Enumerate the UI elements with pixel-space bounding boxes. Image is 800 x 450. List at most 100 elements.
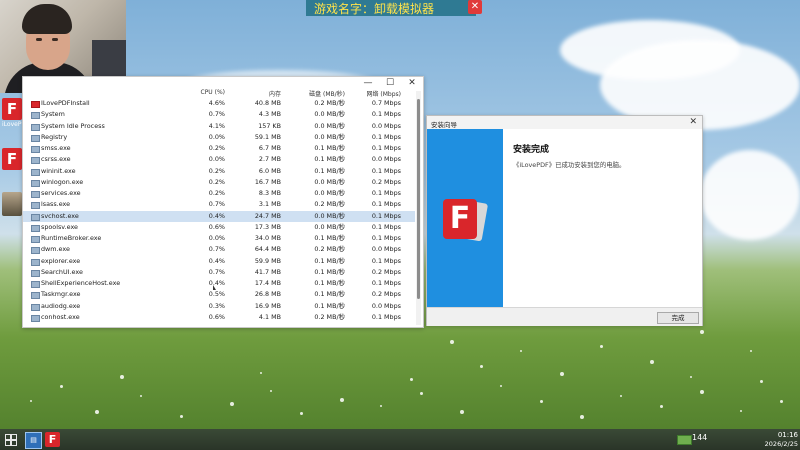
process-memory: 41.7 MB — [254, 267, 281, 276]
process-name: Registry — [41, 132, 68, 141]
flower — [230, 402, 234, 406]
desktop-icon-label: iLoveP — [2, 121, 22, 128]
process-name: lsass.exe — [41, 200, 71, 209]
task-manager-window: — ☐ ✕ CPU (%) 内存 磁盘 (MB/秒) 网络 (Mbps) ILo… — [22, 76, 424, 328]
clock-date[interactable]: 2026/2/25 — [754, 440, 798, 448]
task-manager-icon[interactable]: ▤ — [25, 432, 42, 449]
process-icon — [31, 146, 40, 153]
ilovepdf-icon: F — [2, 148, 22, 170]
process-row[interactable]: explorer.exe 0.4% 59.9 MB 0.1 MB/秒 0.1 Mbps — [23, 256, 415, 267]
process-memory: 157 KB — [258, 121, 281, 130]
desktop-icon-ilovepdf[interactable]: F iLoveP — [2, 98, 22, 128]
process-network: 0.1 Mbps — [371, 211, 401, 220]
flower — [780, 400, 783, 403]
process-row[interactable]: svchost.exe 0.4% 24.7 MB 0.0 MB/秒 0.1 Mbps — [23, 210, 415, 222]
process-cpu: 4.1% — [208, 121, 225, 130]
process-row[interactable]: Taskmgr.exe 0.5% 26.8 MB 0.1 MB/秒 0.2 Mbps — [23, 289, 415, 300]
process-disk: 0.1 MB/秒 — [314, 166, 345, 175]
process-name: ILovePDFInstall — [41, 99, 90, 107]
process-memory: 6.7 MB — [258, 144, 281, 152]
ilovepdf-icon — [31, 101, 40, 108]
process-icon — [31, 157, 40, 165]
process-row[interactable]: csrss.exe 0.0% 2.7 MB 0.1 MB/秒 0.0 Mbps — [23, 154, 415, 165]
process-row[interactable]: lsass.exe 0.7% 3.1 MB 0.2 MB/秒 0.1 Mbps — [23, 199, 415, 210]
close-button[interactable]: ✕ — [689, 117, 697, 127]
wizard-message: 《iLovePDF》已成功安装到您的电脑。 — [513, 161, 626, 169]
desktop-icon-ilovepdf-2[interactable]: F — [2, 148, 22, 170]
flower — [480, 365, 483, 368]
process-cpu: 0.7% — [208, 245, 225, 254]
process-name: services.exe — [41, 189, 81, 197]
process-network: 0.1 Mbps — [371, 256, 401, 265]
flower — [620, 395, 622, 397]
process-disk: 0.0 MB/秒 — [314, 110, 345, 119]
flower — [450, 340, 454, 344]
process-cpu: 0.0% — [208, 234, 225, 242]
process-row[interactable]: audiodg.exe 0.3% 16.9 MB 0.1 MB/秒 0.0 Mbps — [23, 301, 415, 312]
process-name: System — [41, 110, 65, 119]
process-cpu: 0.6% — [208, 222, 225, 231]
process-memory: 24.7 MB — [254, 211, 281, 220]
column-memory[interactable]: 内存 — [243, 89, 281, 98]
process-icon — [31, 303, 40, 311]
process-memory: 6.0 MB — [258, 166, 281, 175]
process-disk: 0.1 MB/秒 — [314, 279, 345, 287]
process-icon — [31, 281, 40, 288]
grid-icon[interactable] — [5, 434, 17, 446]
process-memory: 59.1 MB — [254, 132, 281, 141]
process-cpu: 0.7% — [208, 110, 225, 119]
process-row[interactable]: SearchUI.exe 0.7% 41.7 MB 0.1 MB/秒 0.2 Mbps — [23, 267, 415, 278]
process-cpu: 0.7% — [208, 200, 225, 209]
process-row[interactable]: smss.exe 0.2% 6.7 MB 0.1 MB/秒 0.1 Mbps — [23, 143, 415, 154]
process-network: 0.1 Mbps — [371, 189, 401, 197]
process-row[interactable]: System 0.7% 4.3 MB 0.0 MB/秒 0.1 Mbps — [23, 109, 415, 120]
flower — [700, 330, 704, 334]
flower — [340, 398, 344, 402]
flower — [260, 372, 262, 374]
close-icon[interactable]: ✕ — [468, 0, 482, 14]
process-name: conhost.exe — [41, 312, 80, 321]
process-row[interactable]: RuntimeBroker.exe 0.0% 34.0 MB 0.1 MB/秒 0.1 … — [23, 233, 415, 244]
money-icon — [677, 435, 692, 445]
column-network[interactable]: 网络 (Mbps) — [361, 89, 401, 98]
process-memory: 16.7 MB — [254, 177, 281, 186]
process-network: 0.2 Mbps — [371, 290, 401, 299]
process-row[interactable]: ShellExperienceHost.exe 0.4% 17.4 MB 0.1 MB… — [23, 278, 415, 289]
process-row[interactable]: System Idle Process 4.1% 157 KB 0.0 MB/秒 0.0… — [23, 121, 415, 132]
column-disk[interactable]: 磁盘 (MB/秒) — [305, 89, 345, 98]
scrollbar-thumb[interactable] — [417, 99, 420, 299]
process-disk: 0.1 MB/秒 — [314, 301, 345, 310]
finish-button[interactable]: 完成 — [657, 312, 699, 324]
process-disk: 0.0 MB/秒 — [314, 121, 345, 130]
process-row[interactable]: winlogon.exe 0.2% 16.7 MB 0.0 MB/秒 0.2 Mbps — [23, 177, 415, 188]
desktop-icon-photo[interactable] — [2, 192, 22, 216]
process-disk: 0.1 MB/秒 — [314, 144, 345, 152]
process-row[interactable]: dwm.exe 0.7% 64.4 MB 0.2 MB/秒 0.0 Mbps — [23, 244, 415, 255]
process-row[interactable]: conhost.exe 0.6% 4.1 MB 0.2 MB/秒 0.1 Mbps — [23, 312, 415, 323]
process-row[interactable]: ILovePDFInstall 4.6% 40.8 MB 0.2 MB/秒 0.7 Mb… — [23, 98, 415, 109]
process-cpu: 0.4% — [208, 256, 225, 265]
flower — [700, 390, 704, 394]
process-memory: 40.8 MB — [254, 99, 281, 107]
flower — [120, 375, 124, 379]
process-name: csrss.exe — [41, 155, 71, 164]
process-disk: 0.1 MB/秒 — [314, 290, 345, 299]
flower — [60, 385, 63, 388]
ilovepdf-icon[interactable]: F — [45, 432, 60, 447]
process-cpu: 0.5% — [208, 290, 225, 299]
wizard-footer: 完成 — [427, 307, 702, 326]
process-network: 0.2 Mbps — [371, 267, 401, 276]
process-network: 0.2 Mbps — [371, 177, 401, 186]
photo-icon — [2, 192, 22, 216]
process-row[interactable]: wininit.exe 0.2% 6.0 MB 0.1 MB/秒 0.1 Mbps — [23, 166, 415, 177]
process-row[interactable]: Registry 0.0% 59.1 MB 0.0 MB/秒 0.1 Mbps — [23, 132, 415, 143]
process-row[interactable]: spoolsv.exe 0.6% 17.3 MB 0.0 MB/秒 0.1 Mbps — [23, 222, 415, 233]
process-disk: 0.2 MB/秒 — [314, 245, 345, 254]
process-name: Taskmgr.exe — [41, 290, 81, 299]
process-icon — [31, 168, 40, 176]
clock-time[interactable]: 01:16 — [762, 431, 798, 439]
flower — [760, 380, 763, 383]
process-row[interactable]: services.exe 0.2% 8.3 MB 0.0 MB/秒 0.1 Mbps — [23, 188, 415, 199]
process-cpu: 0.0% — [208, 132, 225, 141]
column-cpu[interactable]: CPU (%) — [193, 89, 226, 96]
